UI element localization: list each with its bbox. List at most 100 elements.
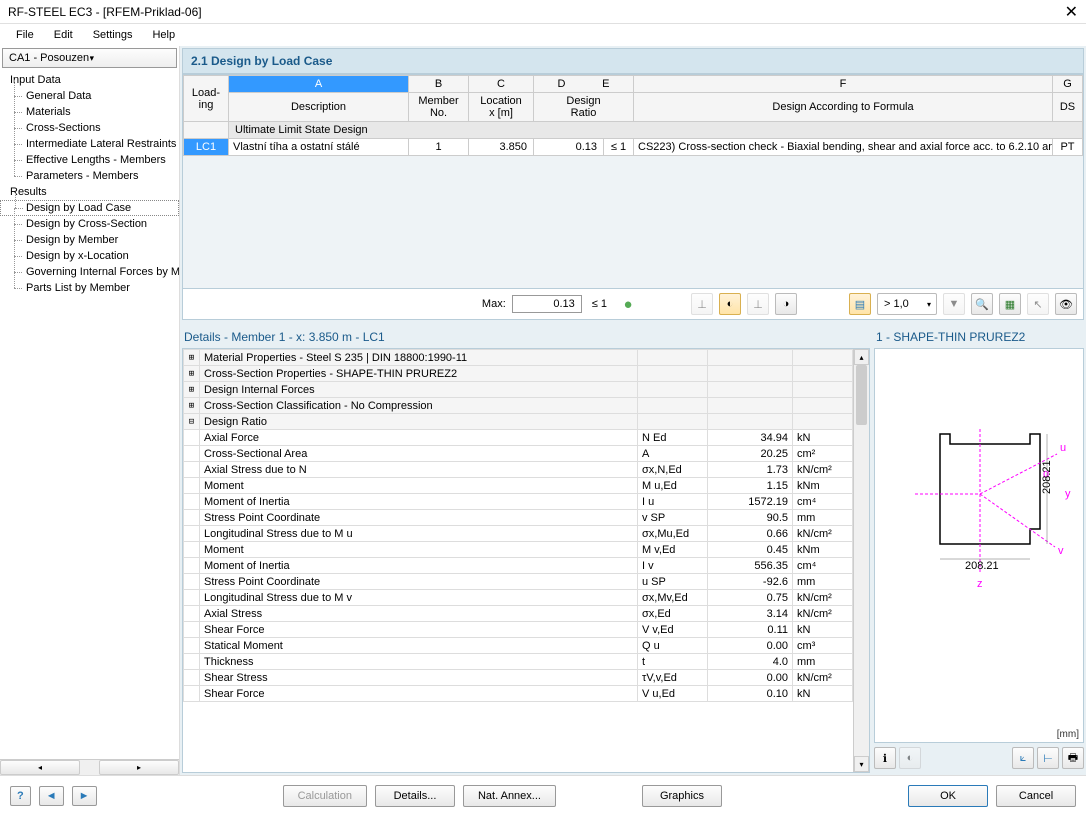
details-grid[interactable]: ⊞ Material Properties - Steel S 235 | DI… [182, 348, 870, 773]
preview-canvas[interactable]: y z u v α 208.21 208.21 [mm] [874, 348, 1084, 743]
col-loc[interactable]: Location x [m] [469, 93, 534, 122]
details-row[interactable]: ⊟ Design Ratio [184, 414, 853, 430]
color-icon[interactable]: ◐ [899, 747, 921, 769]
scroll-up-icon[interactable]: ▴ [854, 349, 869, 365]
tree-eff-lengths[interactable]: Effective Lengths - Members [0, 152, 179, 168]
details-row[interactable]: ⊞ Cross-Section Classification - No Comp… [184, 398, 853, 414]
axes-icon[interactable]: ⟀ [1012, 747, 1034, 769]
excel-icon[interactable]: ▦ [999, 293, 1021, 315]
eye-icon[interactable]: 👁 [1055, 293, 1077, 315]
row-header-empty[interactable] [184, 122, 229, 139]
cell-ratio[interactable]: 0.13 [534, 139, 604, 156]
cell-formula[interactable]: CS223) Cross-section check - Biaxial ben… [634, 139, 1053, 156]
cell-member[interactable]: 1 [409, 139, 469, 156]
scroll-right-icon[interactable]: ▸ [99, 760, 179, 775]
col-b[interactable]: B [409, 76, 469, 93]
details-row[interactable]: Moment M v,Ed 0.45 kNm [184, 542, 853, 558]
expand-icon[interactable]: ⊟ [184, 414, 200, 430]
details-row[interactable]: Statical Moment Q u 0.00 cm³ [184, 638, 853, 654]
details-row[interactable]: Shear Force V u,Ed 0.10 kN [184, 686, 853, 702]
tree-general-data[interactable]: General Data [0, 88, 179, 104]
tree-by-member[interactable]: Design by Member [0, 232, 179, 248]
ok-button[interactable]: OK [908, 785, 988, 807]
details-button[interactable]: Details... [375, 785, 455, 807]
scroll-track[interactable] [80, 760, 99, 775]
ratio-filter-combo[interactable]: > 1,0 ▾ [877, 293, 937, 315]
tree-parameters[interactable]: Parameters - Members [0, 168, 179, 184]
col-desc[interactable]: Description [229, 93, 409, 122]
details-row[interactable]: Thickness t 4.0 mm [184, 654, 853, 670]
details-row[interactable]: Cross-Sectional Area A 20.25 cm² [184, 446, 853, 462]
expand-icon[interactable]: ⊞ [184, 398, 200, 414]
expand-icon[interactable]: ⊞ [184, 382, 200, 398]
close-icon[interactable]: ✕ [1065, 2, 1078, 22]
tree-by-cs[interactable]: Design by Cross-Section [0, 216, 179, 232]
cancel-button[interactable]: Cancel [996, 785, 1076, 807]
details-row[interactable]: Axial Stress σx,Ed 3.14 kN/cm² [184, 606, 853, 622]
menu-settings[interactable]: Settings [83, 26, 143, 44]
tree-materials[interactable]: Materials [0, 104, 179, 120]
details-vscroll[interactable]: ▴ ▾ [853, 349, 869, 772]
graphics-button[interactable]: Graphics [642, 785, 722, 807]
tree-lateral[interactable]: Intermediate Lateral Restraints [0, 136, 179, 152]
col-a[interactable]: A [229, 76, 409, 93]
col-ds[interactable]: DS [1053, 93, 1083, 122]
details-row[interactable]: Longitudinal Stress due to M v σx,Mv,Ed … [184, 590, 853, 606]
sidebar-hscroll[interactable]: ◂ ▸ [0, 759, 179, 775]
calculation-button[interactable]: Calculation [283, 785, 367, 807]
tree-gov-forces[interactable]: Governing Internal Forces by M [0, 264, 179, 280]
grid-body[interactable] [183, 156, 1083, 288]
info-icon[interactable]: ℹ [874, 747, 896, 769]
case-dropdown[interactable]: CA1 - Posouzení ocelových prut ▾ [2, 48, 177, 68]
tool-icon-2[interactable]: ◐ [719, 293, 741, 315]
menu-edit[interactable]: Edit [44, 26, 83, 44]
details-row[interactable]: ⊞ Cross-Section Properties - SHAPE-THIN … [184, 366, 853, 382]
cell-ds[interactable]: PT [1053, 139, 1083, 156]
tool-icon-4[interactable]: ◑ [775, 293, 797, 315]
col-d[interactable]: D E [534, 76, 634, 93]
menu-file[interactable]: File [6, 26, 44, 44]
expand-icon[interactable]: ⊞ [184, 366, 200, 382]
details-row[interactable]: Shear Stress τV,v,Ed 0.00 kN/cm² [184, 670, 853, 686]
col-f[interactable]: F [634, 76, 1053, 93]
scroll-left-icon[interactable]: ◂ [0, 760, 80, 775]
prev-button[interactable]: ◄ [39, 786, 64, 806]
details-row[interactable]: ⊞ Design Internal Forces [184, 382, 853, 398]
tool-icon-3[interactable]: ⊥ [747, 293, 769, 315]
tree-parts-list[interactable]: Parts List by Member [0, 280, 179, 296]
find-icon[interactable]: 🔍 [971, 293, 993, 315]
print-icon[interactable]: 🖶 [1062, 747, 1084, 769]
details-row[interactable]: Stress Point Coordinate u SP -92.6 mm [184, 574, 853, 590]
tool-icon-1[interactable]: ⊥ [691, 293, 713, 315]
details-row[interactable]: ⊞ Material Properties - Steel S 235 | DI… [184, 350, 853, 366]
details-row[interactable]: Stress Point Coordinate v SP 90.5 mm [184, 510, 853, 526]
row-lc1[interactable]: LC1 [184, 139, 229, 156]
details-row[interactable]: Axial Force N Ed 34.94 kN [184, 430, 853, 446]
details-row[interactable]: Moment of Inertia I v 556.35 cm⁴ [184, 558, 853, 574]
tree-by-x[interactable]: Design by x-Location [0, 248, 179, 264]
filter-icon[interactable]: ▤ [849, 293, 871, 315]
details-row[interactable]: Moment of Inertia I u 1572.19 cm⁴ [184, 494, 853, 510]
select-icon[interactable]: ↖ [1027, 293, 1049, 315]
col-ratio[interactable]: Design Ratio [534, 93, 634, 122]
tree-by-load-case[interactable]: Design by Load Case [0, 200, 179, 216]
details-row[interactable]: Longitudinal Stress due to M u σx,Mu,Ed … [184, 526, 853, 542]
results-grid[interactable]: Load- ing A B C D E F G Description Memb… [182, 74, 1084, 289]
dims-icon[interactable]: ⊢ [1037, 747, 1059, 769]
col-member[interactable]: Member No. [409, 93, 469, 122]
details-row[interactable]: Shear Force V v,Ed 0.11 kN [184, 622, 853, 638]
nat-annex-button[interactable]: Nat. Annex... [463, 785, 556, 807]
col-c[interactable]: C [469, 76, 534, 93]
tree-results[interactable]: Results [0, 184, 179, 200]
col-g[interactable]: G [1053, 76, 1083, 93]
tree-input-data[interactable]: Input Data [0, 72, 179, 88]
funnel-icon[interactable]: ▼ [943, 293, 965, 315]
col-loading[interactable]: Load- ing [184, 76, 229, 122]
cell-loc[interactable]: 3.850 [469, 139, 534, 156]
menu-help[interactable]: Help [142, 26, 185, 44]
help-button[interactable]: ? [10, 786, 31, 806]
tree-cross-sections[interactable]: Cross-Sections [0, 120, 179, 136]
col-formula[interactable]: Design According to Formula [634, 93, 1053, 122]
scroll-down-icon[interactable]: ▾ [854, 756, 869, 772]
expand-icon[interactable]: ⊞ [184, 350, 200, 366]
